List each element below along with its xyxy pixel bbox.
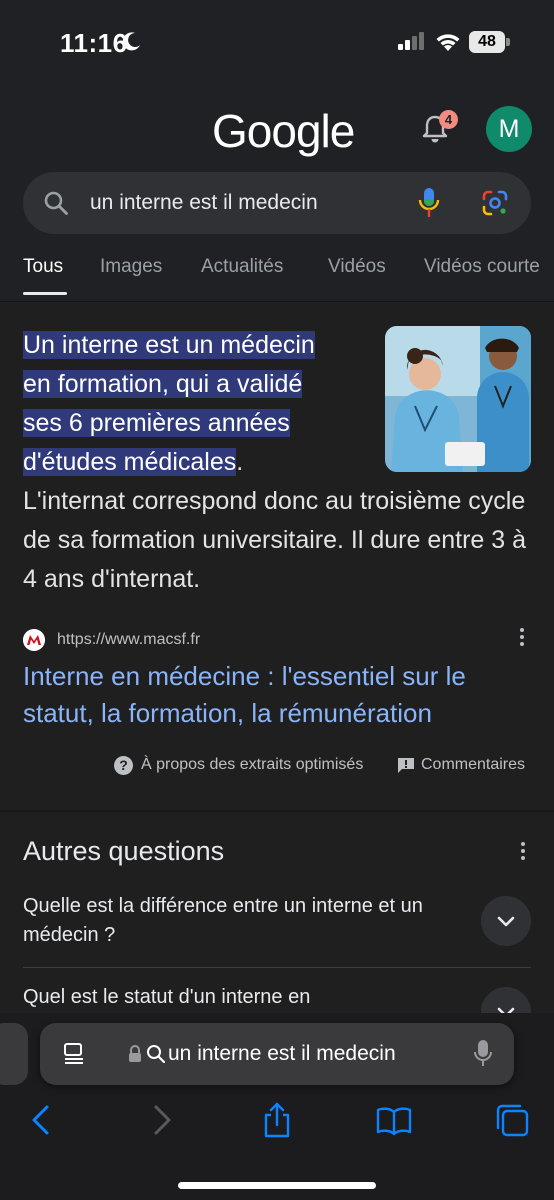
battery-indicator: 48 [469, 31, 511, 53]
search-tabs: Tous Images Actualités Vidéos Vidéos cou… [0, 254, 554, 301]
paa-question[interactable]: Quel est le statut d'un interne en [23, 983, 463, 1012]
notification-badge: 4 [439, 110, 458, 129]
tabs-icon[interactable] [494, 1102, 530, 1138]
bookmarks-icon[interactable] [376, 1102, 412, 1138]
medical-staff-image[interactable] [385, 326, 531, 472]
cellular-signal-icon [398, 32, 424, 50]
paa-more-options-icon[interactable] [520, 842, 526, 862]
voice-search-mic-icon[interactable] [417, 187, 441, 219]
google-logo[interactable]: Google [212, 104, 355, 158]
account-avatar[interactable]: M [486, 106, 532, 152]
result-title-link[interactable]: Interne en médecine : l'essentiel sur le… [23, 658, 523, 732]
snippet-footer: ? À propos des extraits optimisés Commen… [0, 754, 554, 778]
forward-arrow-icon[interactable] [143, 1102, 179, 1138]
wifi-icon [436, 34, 460, 51]
share-icon[interactable] [259, 1102, 295, 1138]
snippet-highlight-line: en formation, qui a validé [23, 370, 303, 398]
search-bar[interactable]: un interne est il medecin [23, 172, 531, 234]
safari-toolbar: un interne est il medecin [0, 1013, 554, 1200]
microphone-icon[interactable] [474, 1039, 492, 1067]
paa-title: Autres questions [23, 836, 225, 866]
status-bar: 11:16 48 [0, 0, 554, 86]
home-indicator [178, 1182, 376, 1189]
tab-videos-courtes[interactable]: Vidéos courte [424, 256, 540, 278]
search-icon [44, 191, 68, 215]
battery-level: 48 [469, 31, 505, 53]
people-also-ask: Autres questions Quelle est la différenc… [0, 810, 554, 1037]
tab-tous[interactable]: Tous [23, 256, 63, 278]
paa-divider [23, 967, 531, 968]
snippet-period: . [236, 448, 244, 476]
google-header: Google 4 M un interne est il medecin Tou… [0, 86, 554, 301]
snippet-highlight-line: d'études médicales [23, 448, 237, 476]
chevron-down-icon[interactable] [481, 896, 531, 946]
address-text[interactable]: un interne est il medecin [168, 1042, 396, 1066]
tab-images[interactable]: Images [100, 256, 162, 278]
active-tab-indicator [23, 292, 67, 295]
google-lens-icon[interactable] [481, 189, 509, 217]
comments-link[interactable]: Commentaires [421, 756, 525, 774]
status-time: 11:16 [60, 28, 128, 58]
search-input[interactable]: un interne est il medecin [90, 191, 318, 215]
snippet-highlight-line: ses 6 premières années [23, 409, 290, 437]
paa-question[interactable]: Quelle est la différence entre un intern… [23, 892, 463, 950]
back-arrow-icon[interactable] [24, 1102, 60, 1138]
featured-snippet: Un interne est un médecin en formation, … [0, 301, 554, 799]
result-source[interactable]: https://www.macsf.fr [23, 628, 533, 652]
result-url[interactable]: https://www.macsf.fr [57, 631, 200, 649]
snippet-body: L'internat correspond donc au troisième … [23, 487, 527, 593]
lock-icon [129, 1045, 141, 1062]
about-featured-snippets-link[interactable]: À propos des extraits optimisés [141, 756, 363, 774]
battery-nub [506, 38, 510, 46]
search-icon [147, 1045, 165, 1063]
tab-videos[interactable]: Vidéos [328, 256, 386, 278]
safari-address-bar[interactable]: un interne est il medecin [40, 1023, 514, 1085]
snippet-highlight-line: Un interne est un médecin [23, 331, 315, 359]
tab-actualites[interactable]: Actualités [201, 256, 283, 278]
help-question-icon[interactable]: ? [114, 756, 133, 775]
result-more-options-icon[interactable] [519, 628, 525, 648]
macsf-favicon-icon [23, 629, 45, 651]
moon-icon [122, 32, 140, 51]
page-menu-icon[interactable] [62, 1042, 86, 1066]
feedback-comment-icon[interactable] [397, 757, 415, 774]
previous-tab-peek[interactable] [0, 1023, 28, 1085]
